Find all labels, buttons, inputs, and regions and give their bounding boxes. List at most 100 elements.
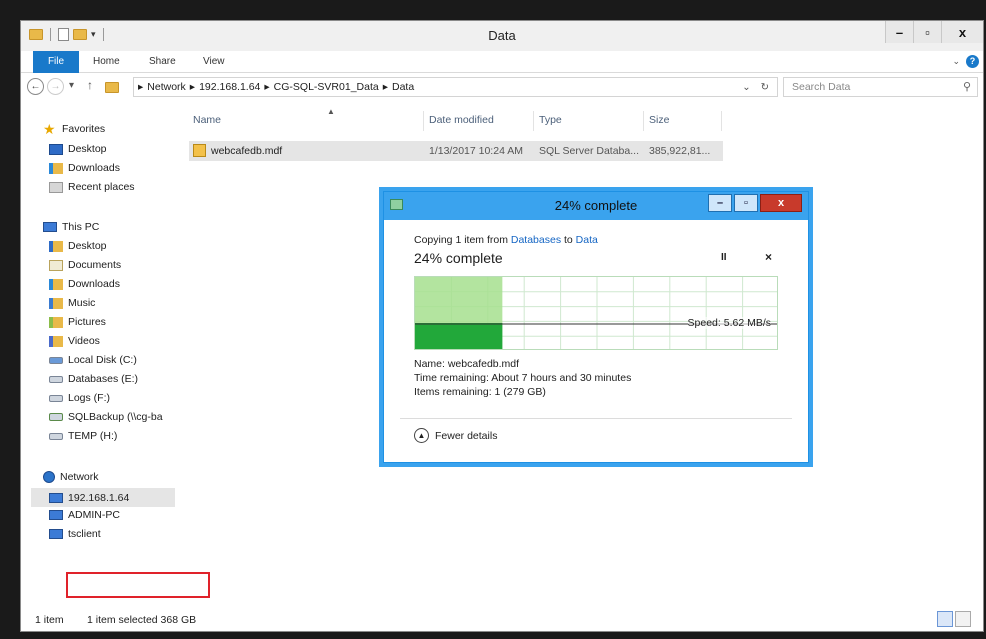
file-type: SQL Server Databa... [539, 145, 639, 157]
column-header-type[interactable]: Type [539, 114, 562, 126]
file-date: 1/13/2017 10:24 AM [429, 145, 523, 157]
nav-item-local-disk[interactable]: Local Disk (C:) [49, 354, 137, 366]
nav-item-databases-drive[interactable]: Databases (E:) [49, 373, 138, 385]
nav-favorites[interactable]: ★ Favorites [43, 122, 106, 136]
nav-item-label: ADMIN-PC [68, 509, 120, 521]
address-bar[interactable]: ▸ Network ▸ 192.168.1.64 ▸ CG-SQL-SVR01_… [133, 77, 778, 97]
nav-item-label: Music [68, 297, 96, 309]
refresh-icon[interactable]: ↻ [761, 82, 769, 93]
nav-item-documents[interactable]: Documents [49, 259, 121, 271]
expand-ribbon-icon[interactable]: ⌄ [952, 56, 960, 67]
nav-item-pictures[interactable]: Pictures [49, 316, 106, 328]
nav-item-logs-drive[interactable]: Logs (F:) [49, 392, 110, 404]
source-link[interactable]: Databases [511, 234, 561, 246]
drive-icon [49, 432, 63, 440]
file-name: webcafedb.mdf [211, 145, 283, 157]
pause-button[interactable]: II [721, 252, 727, 263]
maximize-button[interactable]: ▫ [913, 21, 941, 43]
dialog-minimize-button[interactable]: – [708, 194, 732, 212]
forward-icon[interactable]: → [47, 78, 64, 95]
details-view-icon[interactable] [937, 611, 953, 627]
breadcrumb-separator-icon: ▸ [264, 81, 270, 93]
column-header-size[interactable]: Size [649, 114, 669, 126]
nav-item-label: SQLBackup (\\cg-ba [68, 411, 163, 423]
nav-item-host-selected[interactable]: 192.168.1.64 [31, 488, 175, 507]
destination-link[interactable]: Data [576, 234, 598, 246]
address-history-icon[interactable]: ⌄ [742, 82, 750, 93]
nav-item-tsclient[interactable]: tsclient [49, 528, 101, 540]
nav-item-label: 192.168.1.64 [68, 491, 130, 504]
large-icons-view-icon[interactable] [955, 611, 971, 627]
search-icon[interactable]: ⚲ [963, 80, 971, 93]
recent-locations-icon[interactable]: ▾ [69, 80, 74, 91]
nav-item-downloads[interactable]: Downloads [49, 278, 120, 290]
computer-icon [49, 492, 63, 503]
column-divider[interactable] [423, 111, 424, 131]
nav-network-label: Network [60, 471, 99, 483]
column-divider[interactable] [643, 111, 644, 131]
music-icon [49, 297, 63, 309]
breadcrumb-separator-icon: ▸ [189, 81, 196, 93]
local-disk-icon [49, 356, 63, 364]
tab-share[interactable]: Share [149, 51, 176, 73]
dialog-maximize-button[interactable]: ▫ [734, 194, 758, 212]
tab-view[interactable]: View [203, 51, 225, 73]
column-header-name[interactable]: Name [193, 114, 221, 126]
transfer-speed-graph: Speed: 5.62 MB/s [414, 276, 778, 350]
transfer-speed: Speed: 5.62 MB/s [687, 317, 771, 329]
view-switcher [937, 611, 971, 627]
help-icon[interactable]: ? [966, 55, 979, 68]
file-row[interactable]: webcafedb.mdf 1/13/2017 10:24 AM SQL Ser… [189, 141, 723, 161]
nav-this-pc[interactable]: This PC [43, 221, 99, 233]
column-divider[interactable] [533, 111, 534, 131]
breadcrumb-share[interactable]: CG-SQL-SVR01_Data [274, 81, 379, 93]
desktop-folder-icon [49, 240, 63, 252]
selection-info: 1 item selected 368 GB [87, 614, 197, 626]
dialog-close-button[interactable]: x [760, 194, 802, 212]
nav-item-admin-pc[interactable]: ADMIN-PC [49, 509, 120, 521]
up-icon[interactable]: ↑ [87, 78, 93, 92]
close-button[interactable]: x [941, 21, 983, 43]
dialog-title-bar: 24% complete – ▫ x [384, 192, 808, 220]
nav-network[interactable]: Network [43, 471, 99, 483]
nav-item-label: Logs (F:) [68, 392, 111, 404]
breadcrumb-host[interactable]: 192.168.1.64 [199, 81, 260, 93]
breadcrumb-data[interactable]: Data [392, 81, 414, 93]
ribbon: File Home Share View ⌄ ? [21, 51, 983, 73]
search-placeholder: Search Data [792, 81, 851, 93]
nav-item-music[interactable]: Music [49, 297, 95, 309]
sort-ascending-icon: ▲ [327, 107, 335, 116]
address-row: ← → ▾ ↑ ▸ Network ▸ 192.168.1.64 ▸ CG-SQ… [21, 73, 983, 101]
downloads-icon [49, 162, 63, 174]
fewer-details-button[interactable]: ▲ Fewer details [414, 428, 497, 443]
cancel-button[interactable]: × [765, 250, 772, 264]
percent-complete: 24% complete [414, 250, 503, 266]
column-divider[interactable] [721, 111, 722, 131]
database-file-icon [193, 144, 206, 157]
nav-favorites-label: Favorites [62, 123, 106, 135]
search-input[interactable]: Search Data ⚲ [783, 77, 978, 97]
back-icon[interactable]: ← [27, 78, 44, 95]
speed-area [415, 323, 503, 349]
window-controls: – ▫ x [885, 21, 983, 43]
copy-description: Copying 1 item from Databases to Data [414, 234, 598, 246]
nav-item-temp-drive[interactable]: TEMP (H:) [49, 430, 117, 442]
nav-item-label: Downloads [68, 162, 120, 174]
nav-item-desktop[interactable]: Desktop [49, 143, 107, 155]
nav-item-desktop[interactable]: Desktop [49, 240, 107, 252]
tab-home[interactable]: Home [93, 51, 120, 73]
speed-graph-svg [415, 277, 777, 349]
nav-item-videos[interactable]: Videos [49, 335, 100, 347]
copy-description-mid: to [561, 234, 576, 246]
nav-item-downloads[interactable]: Downloads [49, 162, 120, 174]
nav-item-recent-places[interactable]: Recent places [49, 181, 135, 193]
minimize-button[interactable]: – [885, 21, 913, 43]
nav-item-label: TEMP (H:) [68, 430, 118, 442]
nav-item-label: Pictures [68, 316, 106, 328]
nav-this-pc-label: This PC [62, 221, 100, 233]
computer-icon [49, 510, 63, 520]
column-header-date[interactable]: Date modified [429, 114, 494, 126]
nav-item-sqlbackup[interactable]: SQLBackup (\\cg-ba [49, 411, 163, 423]
tab-file[interactable]: File [33, 51, 79, 73]
breadcrumb-network[interactable]: Network [147, 81, 186, 93]
